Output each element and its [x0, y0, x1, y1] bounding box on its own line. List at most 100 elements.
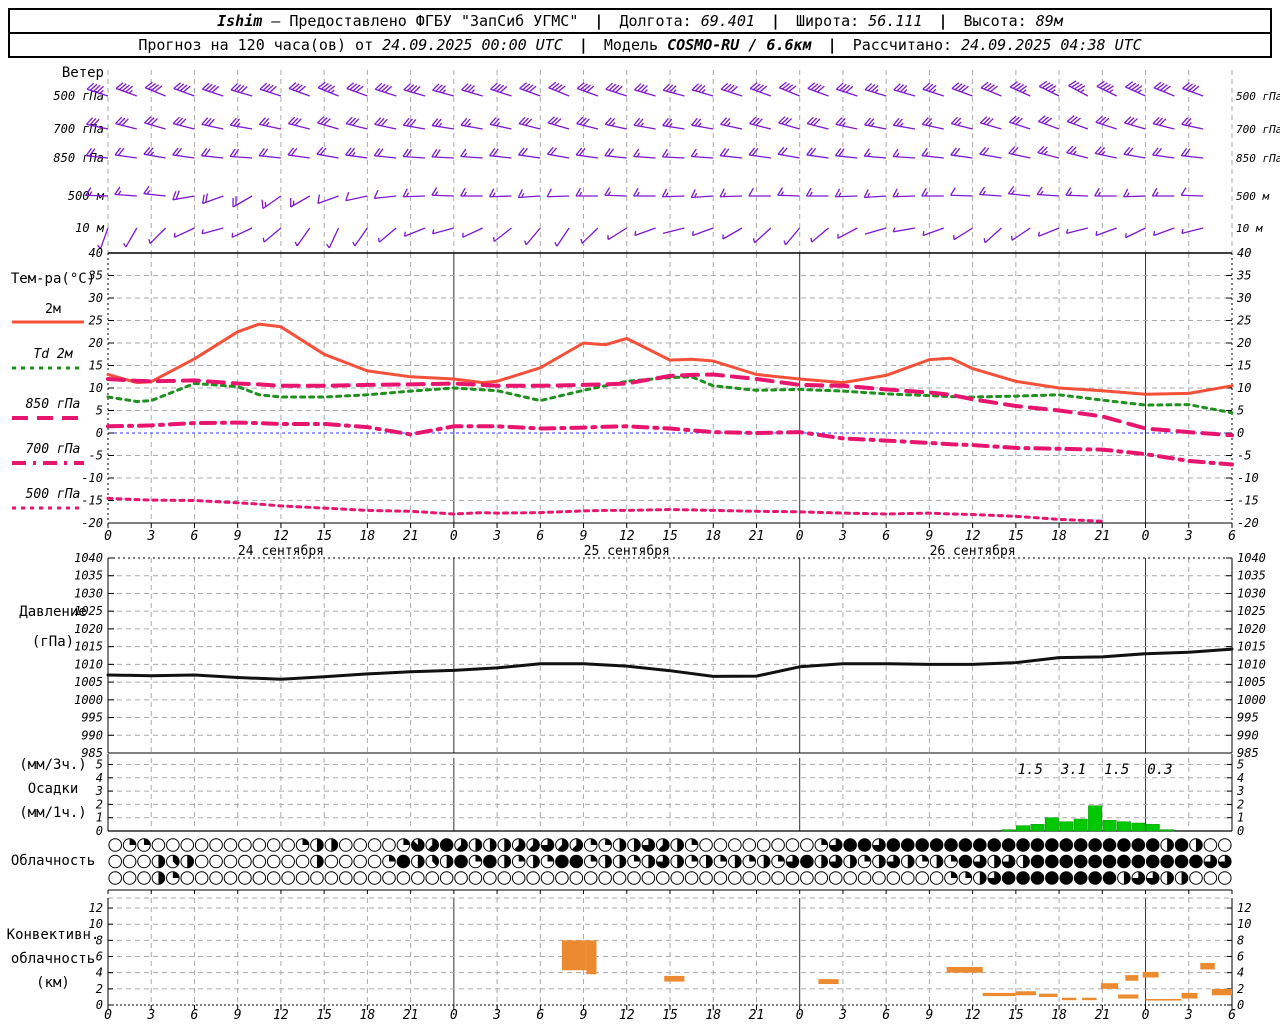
svg-text:1000: 1000 — [1237, 693, 1266, 707]
svg-text:25 сентября: 25 сентября — [584, 544, 670, 559]
svg-text:1035: 1035 — [1237, 569, 1266, 583]
wind-panel: 500 гПа 500 гПа 700 гПа 700 гПа 850 гПа 850 г… — [53, 70, 1280, 253]
svg-text:6: 6 — [191, 1008, 199, 1023]
svg-text:1: 1 — [1237, 811, 1244, 825]
svg-text:4: 4 — [96, 966, 103, 980]
svg-text:6: 6 — [1228, 529, 1236, 544]
svg-text:-5: -5 — [89, 449, 103, 463]
svg-text:10: 10 — [89, 917, 103, 931]
svg-text:3: 3 — [95, 784, 103, 798]
svg-text:10: 10 — [1237, 917, 1251, 931]
svg-text:10 м: 10 м — [1236, 222, 1263, 235]
svg-text:15: 15 — [662, 529, 678, 544]
convective-cloud-block — [1211, 988, 1232, 996]
svg-text:1030: 1030 — [1237, 586, 1266, 600]
svg-text:0: 0 — [96, 998, 103, 1012]
svg-text:0: 0 — [1237, 426, 1244, 440]
svg-text:700 гПа: 700 гПа — [53, 122, 104, 136]
precip-bar — [1088, 805, 1103, 832]
svg-text:12: 12 — [965, 529, 981, 544]
svg-text:9: 9 — [234, 1008, 242, 1023]
svg-text:1015: 1015 — [74, 640, 103, 654]
svg-text:15: 15 — [1237, 359, 1251, 373]
convective-cloud-block — [664, 975, 685, 982]
svg-text:30: 30 — [88, 291, 103, 305]
svg-text:4: 4 — [96, 771, 103, 785]
svg-text:0: 0 — [96, 824, 103, 838]
svg-text:5: 5 — [1237, 758, 1244, 772]
svg-text:-5: -5 — [1237, 449, 1251, 463]
svg-text:21: 21 — [403, 1008, 419, 1023]
svg-text:700 гПа: 700 гПа — [1236, 123, 1280, 136]
convective-cloud-block — [1145, 998, 1182, 1001]
svg-text:0: 0 — [796, 1008, 804, 1023]
precip-bar — [1001, 829, 1016, 832]
svg-text:3: 3 — [1184, 1008, 1193, 1023]
svg-text:6: 6 — [1237, 950, 1244, 964]
convective-cloud-block — [1125, 975, 1139, 981]
svg-text:3: 3 — [146, 529, 155, 544]
precip-bar — [1073, 818, 1088, 832]
svg-text:4: 4 — [1237, 771, 1244, 785]
cloud-panel — [107, 838, 1233, 894]
svg-text:1020: 1020 — [74, 622, 103, 636]
svg-text:6: 6 — [191, 529, 199, 544]
svg-text:1005: 1005 — [1237, 675, 1266, 689]
svg-text:20: 20 — [1237, 336, 1251, 350]
svg-text:990: 990 — [81, 728, 103, 742]
svg-text:21: 21 — [1094, 529, 1110, 544]
svg-text:12: 12 — [619, 1008, 635, 1023]
svg-text:500 м: 500 м — [1236, 190, 1269, 203]
svg-text:1030: 1030 — [74, 586, 103, 600]
meteogram-page: Ishim – Предоставлено ФГБУ "ЗапСиб УГМС"… — [0, 0, 1280, 1024]
svg-text:12: 12 — [273, 1008, 289, 1023]
svg-text:1005: 1005 — [74, 675, 103, 689]
convective-cloud-block — [586, 940, 597, 975]
convective-cloud-block — [1061, 997, 1077, 1001]
svg-text:-20: -20 — [1237, 516, 1259, 530]
svg-text:26 сентября: 26 сентября — [930, 544, 1016, 559]
svg-text:1040: 1040 — [1237, 551, 1266, 565]
svg-text:24 сентября: 24 сентября — [238, 544, 324, 559]
temperature-panel: 40 40 35 35 30 30 25 25 20 20 15 15 10 10 5 5 0 0 -5 -5 -10 -… — [12, 246, 1259, 530]
convective-cloud-block — [1118, 994, 1139, 999]
svg-text:6: 6 — [1228, 1008, 1236, 1023]
svg-text:500 гПа: 500 гПа — [1236, 90, 1280, 103]
svg-text:15: 15 — [89, 359, 103, 373]
svg-text:10 м: 10 м — [75, 221, 105, 235]
convective-cloud-block — [1100, 983, 1119, 989]
svg-text:18: 18 — [705, 529, 721, 544]
svg-text:-15: -15 — [81, 494, 103, 508]
svg-text:12: 12 — [965, 1008, 981, 1023]
svg-text:2: 2 — [1237, 982, 1244, 996]
svg-text:12: 12 — [273, 529, 289, 544]
svg-text:3.1: 3.1 — [1060, 762, 1086, 778]
svg-text:1010: 1010 — [1237, 657, 1266, 671]
svg-text:15: 15 — [1008, 529, 1024, 544]
svg-text:-15: -15 — [1237, 494, 1259, 508]
svg-text:40: 40 — [1237, 246, 1251, 260]
svg-text:9: 9 — [580, 1008, 588, 1023]
svg-text:15: 15 — [1008, 1008, 1024, 1023]
svg-text:18: 18 — [1051, 529, 1067, 544]
svg-text:15: 15 — [316, 529, 332, 544]
svg-text:18: 18 — [360, 529, 376, 544]
svg-text:40: 40 — [89, 246, 103, 260]
svg-text:35: 35 — [1236, 269, 1251, 283]
svg-text:2: 2 — [96, 797, 103, 811]
svg-text:1000: 1000 — [74, 693, 103, 707]
svg-text:3: 3 — [838, 1008, 847, 1023]
svg-text:0: 0 — [1142, 529, 1150, 544]
svg-text:6: 6 — [882, 1008, 890, 1023]
svg-text:21: 21 — [749, 529, 765, 544]
svg-text:0: 0 — [450, 1008, 458, 1023]
svg-text:18: 18 — [705, 1008, 721, 1023]
svg-text:1035: 1035 — [74, 569, 103, 583]
svg-text:21: 21 — [1094, 1008, 1110, 1023]
svg-text:20: 20 — [89, 336, 103, 350]
convective-cloud-block — [561, 940, 587, 971]
svg-text:25: 25 — [1237, 314, 1251, 328]
svg-text:850 гПа: 850 гПа — [1236, 152, 1280, 165]
svg-text:10: 10 — [1237, 381, 1251, 395]
convective-cloud-block — [982, 992, 1016, 997]
